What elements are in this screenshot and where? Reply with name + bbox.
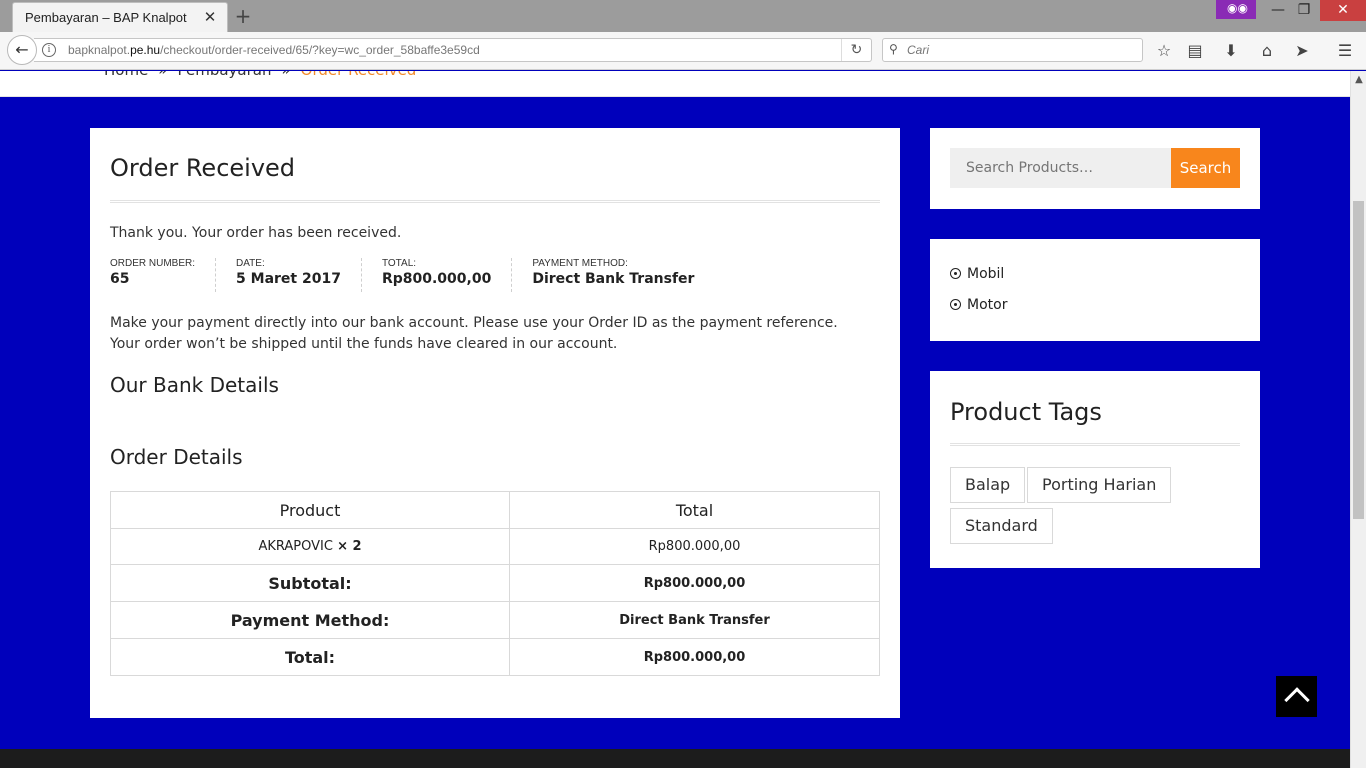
- tags-divider: [950, 443, 1240, 446]
- thank-you-message: Thank you. Your order has been received.: [110, 225, 402, 241]
- url-bar[interactable]: i bapknalpot.pe.hu/checkout/order-receiv…: [34, 38, 872, 62]
- overview-order-number: Order Number: 65: [110, 258, 217, 292]
- product-link[interactable]: AKRAPOVIC: [258, 539, 332, 554]
- breadcrumb-home[interactable]: Home: [104, 71, 148, 79]
- column-header-total: Total: [509, 491, 880, 529]
- tab-title: Pembayaran – BAP Knalpot: [25, 10, 187, 25]
- payment-instructions: Make your payment directly into our bank…: [110, 315, 838, 352]
- category-widget: Mobil Motor: [930, 239, 1260, 341]
- private-mask-icon[interactable]: ◉◉: [1216, 0, 1256, 19]
- payment-method-label: Payment Method:: [110, 601, 510, 639]
- subtotal-label: Subtotal:: [110, 564, 510, 602]
- table-row: AKRAPOVIC × 2 Rp800.000,00: [110, 528, 880, 565]
- breadcrumb: Home » Pembayaran » Order Received: [104, 71, 416, 79]
- payment-method-value: Direct Bank Transfer: [509, 601, 880, 639]
- restore-icon[interactable]: ❐: [1291, 0, 1317, 20]
- browser-search-input[interactable]: [907, 41, 1127, 59]
- reading-list-icon[interactable]: ▤: [1183, 41, 1207, 61]
- search-button[interactable]: Search: [1171, 148, 1240, 188]
- footer: [0, 749, 1350, 768]
- bookmark-star-icon[interactable]: ☆: [1152, 41, 1176, 61]
- browser-tab[interactable]: Pembayaran – BAP Knalpot ✕: [12, 2, 228, 32]
- total-row: Total: Rp800.000,00: [110, 638, 880, 676]
- breadcrumb-separator: »: [158, 71, 167, 79]
- column-header-product: Product: [110, 491, 510, 529]
- order-details-table: Product Total AKRAPOVIC × 2 Rp800.000,00…: [110, 491, 880, 676]
- product-quantity: × 2: [337, 539, 362, 554]
- tag-standard[interactable]: Standard: [950, 508, 1053, 544]
- product-search-input[interactable]: [950, 148, 1171, 188]
- table-header-row: Product Total: [110, 491, 880, 529]
- tag-porting-harian[interactable]: Porting Harian: [1027, 467, 1172, 503]
- scrollbar-thumb[interactable]: [1353, 201, 1364, 519]
- breadcrumb-checkout[interactable]: Pembayaran: [177, 71, 271, 79]
- reload-icon[interactable]: ↻: [841, 39, 871, 61]
- breadcrumb-separator: »: [281, 71, 290, 79]
- new-tab-icon[interactable]: +: [233, 4, 253, 28]
- chevron-up-icon: [1284, 687, 1310, 713]
- page-content: Home » Pembayaran » Order Received Order Rec…: [0, 71, 1350, 768]
- overview-payment-method: Payment Method: Direct Bank Transfer: [532, 258, 695, 287]
- total-value: Rp800.000,00: [509, 638, 880, 676]
- close-tab-icon[interactable]: ✕: [201, 8, 219, 26]
- total-label: Total:: [110, 638, 510, 676]
- download-icon[interactable]: ⬇: [1219, 41, 1243, 61]
- back-to-top-button[interactable]: [1276, 676, 1317, 717]
- category-item-motor[interactable]: Motor: [950, 297, 1007, 313]
- search-icon: ⚲: [889, 42, 898, 56]
- nav-bar: i bapknalpot.pe.hu/checkout/order-receiv…: [0, 32, 1366, 70]
- minimize-icon[interactable]: —: [1265, 0, 1291, 20]
- bullet-icon: [950, 268, 961, 279]
- home-icon[interactable]: ⌂: [1255, 41, 1279, 61]
- page-scrollbar[interactable]: ▲: [1350, 71, 1366, 768]
- overview-date: Date: 5 Maret 2017: [236, 258, 362, 292]
- breadcrumb-bar: Home » Pembayaran » Order Received: [0, 71, 1350, 97]
- subtotal-row: Subtotal: Rp800.000,00: [110, 564, 880, 602]
- subtotal-value: Rp800.000,00: [509, 564, 880, 602]
- overview-total: Total: Rp800.000,00: [382, 258, 513, 292]
- send-icon[interactable]: ➤: [1290, 41, 1314, 61]
- info-icon[interactable]: i: [42, 43, 56, 57]
- title-divider: [110, 200, 880, 203]
- product-search-widget: Search: [930, 128, 1260, 209]
- product-cell: AKRAPOVIC × 2: [110, 528, 510, 565]
- product-tags-heading: Product Tags: [950, 398, 1102, 426]
- url-text[interactable]: bapknalpot.pe.hu/checkout/order-received…: [68, 43, 480, 57]
- order-details-heading: Order Details: [110, 445, 243, 469]
- category-item-mobil[interactable]: Mobil: [950, 266, 1004, 282]
- tab-strip: Pembayaran – BAP Knalpot ✕ + ◉◉ — ❐ ✕: [0, 0, 1366, 32]
- menu-icon[interactable]: ☰: [1333, 41, 1357, 61]
- bullet-icon: [950, 299, 961, 310]
- order-overview: Order Number: 65 Date: 5 Maret 2017 Tota…: [110, 258, 734, 292]
- window-close-icon[interactable]: ✕: [1320, 0, 1366, 21]
- order-card: Order Received Thank you. Your order has…: [90, 128, 900, 718]
- back-arrow-icon[interactable]: ←: [7, 35, 37, 65]
- scroll-up-icon[interactable]: ▲: [1351, 71, 1366, 88]
- breadcrumb-current: Order Received: [301, 71, 417, 79]
- product-tags-widget: Product Tags Balap Porting Harian Standa…: [930, 371, 1260, 568]
- product-total: Rp800.000,00: [509, 528, 880, 565]
- page-title: Order Received: [110, 154, 296, 182]
- browser-search-box[interactable]: ⚲: [882, 38, 1143, 62]
- payment-method-row: Payment Method: Direct Bank Transfer: [110, 601, 880, 639]
- bank-details-heading: Our Bank Details: [110, 373, 279, 397]
- tag-balap[interactable]: Balap: [950, 467, 1026, 503]
